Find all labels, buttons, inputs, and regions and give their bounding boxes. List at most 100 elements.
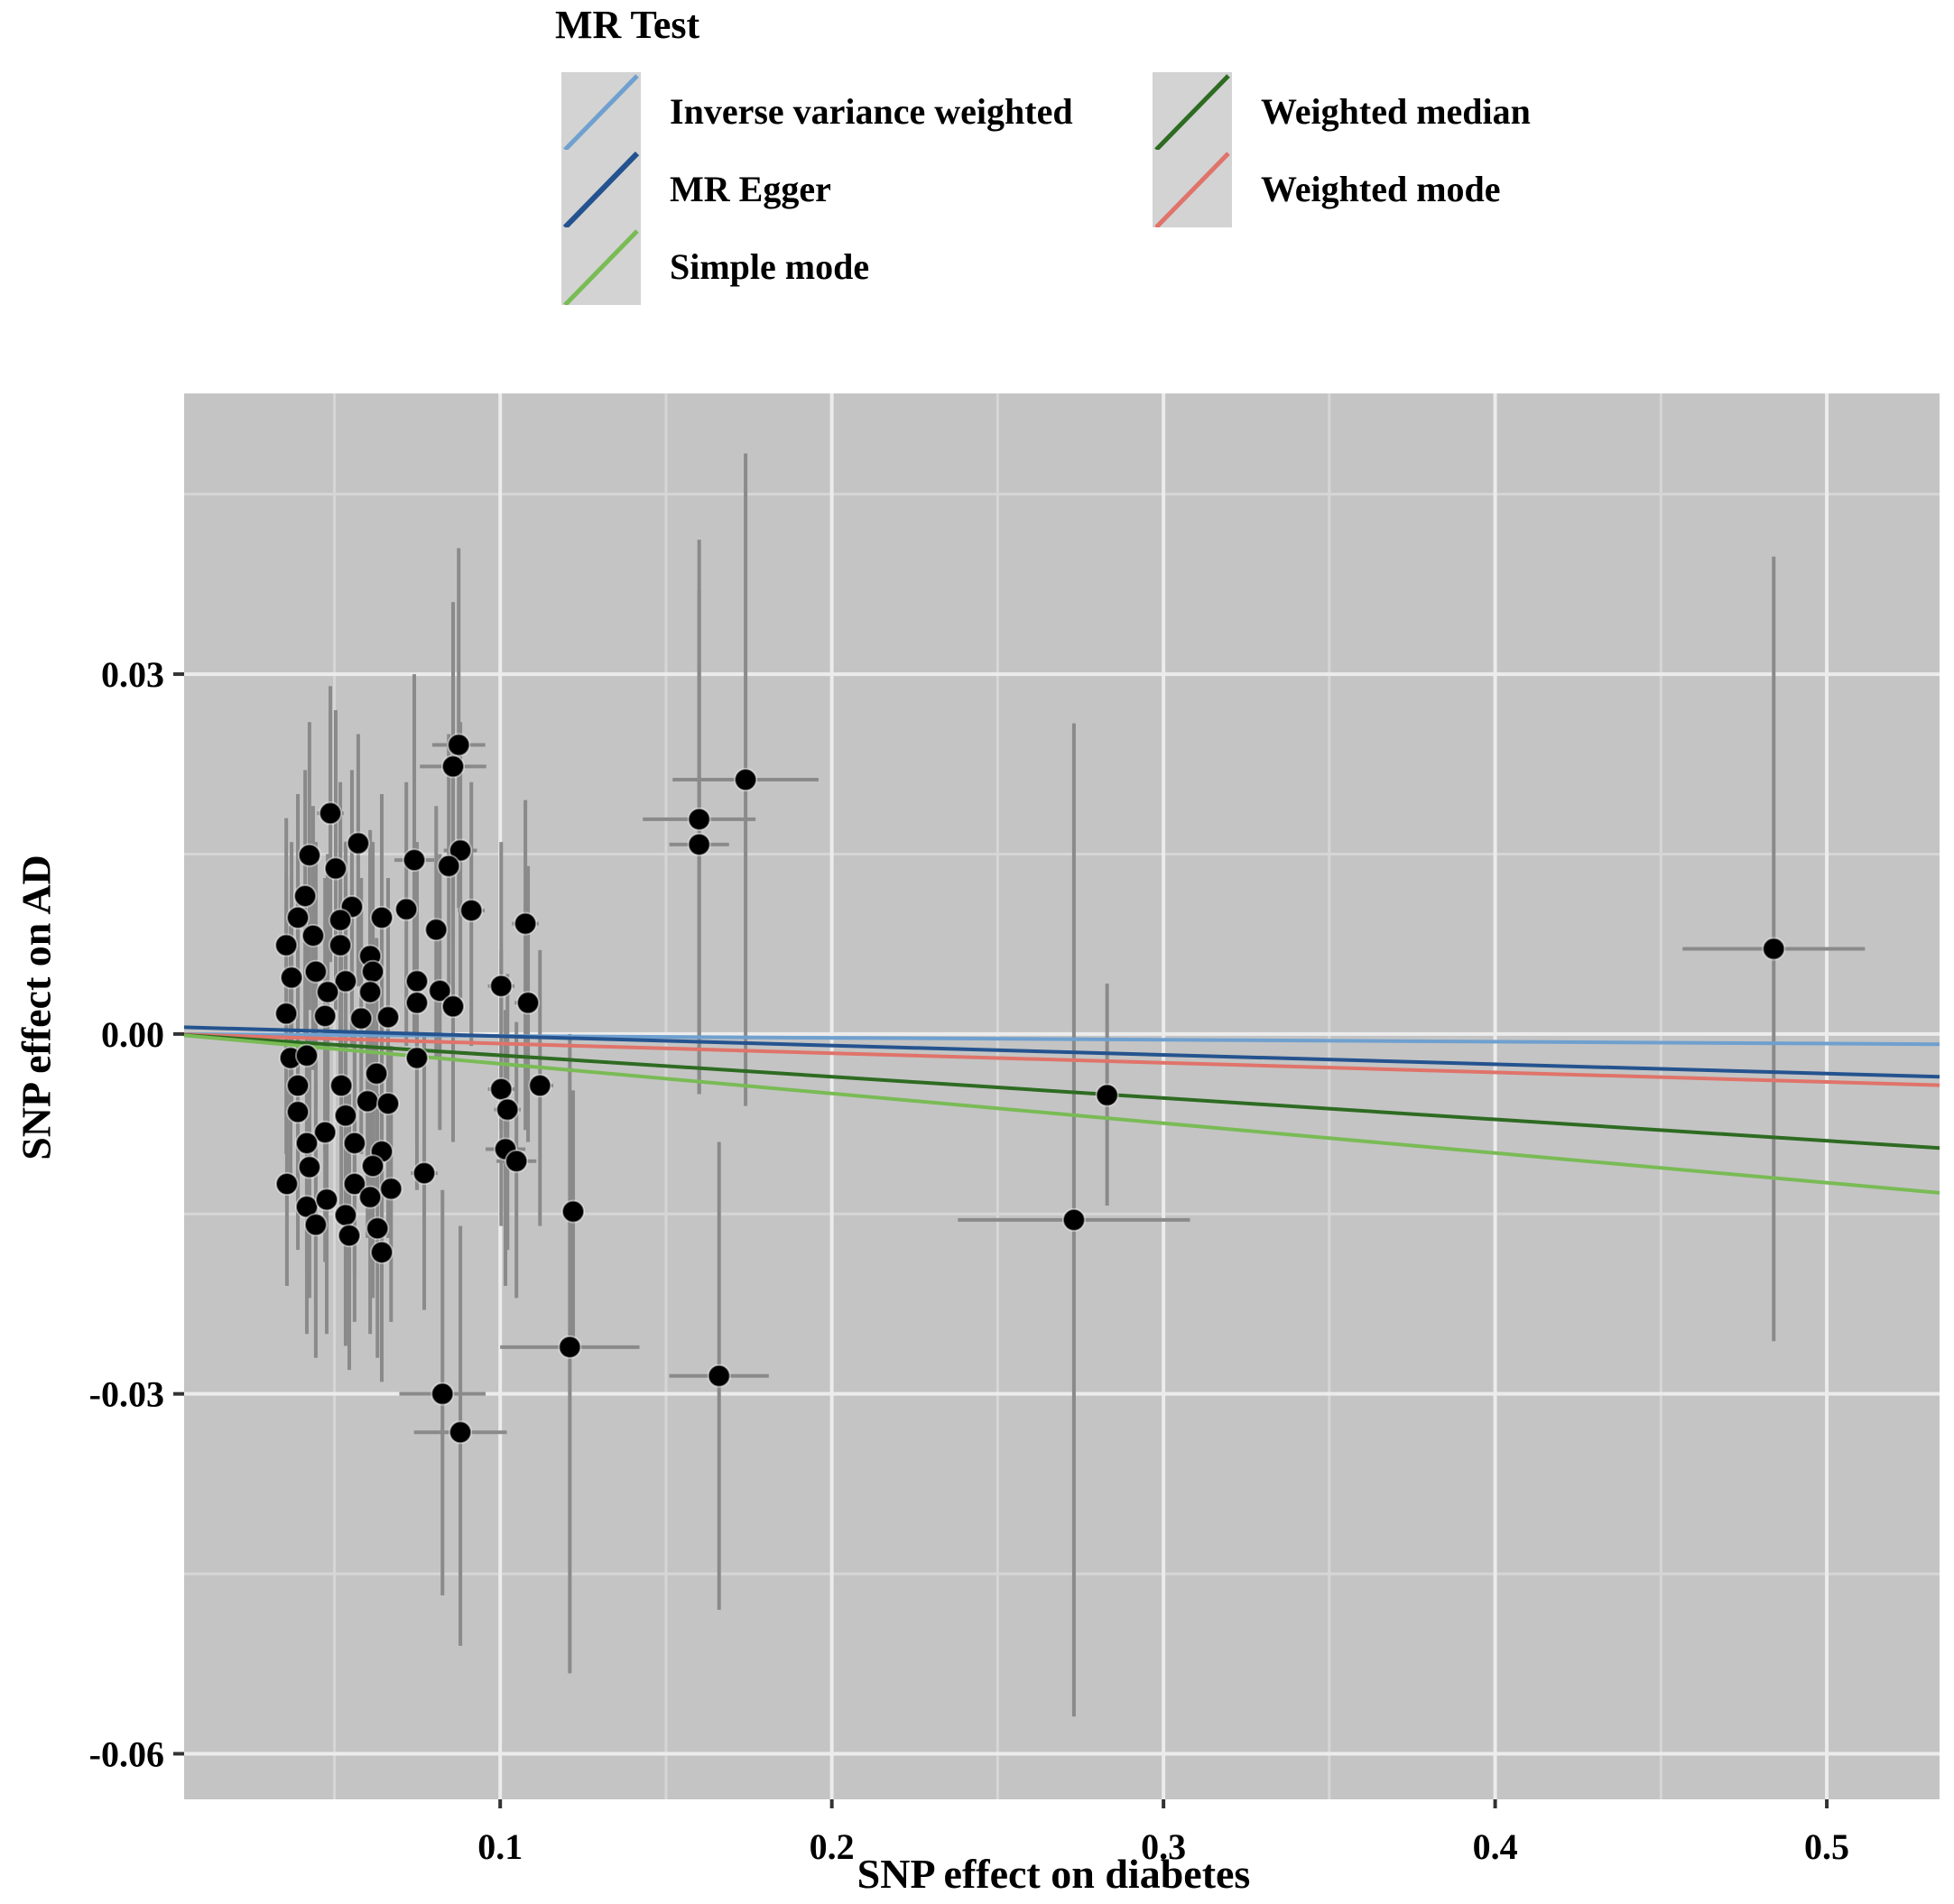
snp-point [459, 898, 484, 922]
snp-point [516, 991, 541, 1015]
y-tick-label: 0.00 [101, 1014, 164, 1055]
snp-point [297, 843, 321, 867]
snp-point [424, 918, 449, 942]
legend-item-mr-egger: MR Egger [561, 150, 831, 227]
legend-line-mr-egger [562, 151, 640, 227]
legend-label-simple-mode: Simple mode [670, 245, 870, 287]
snp-point [346, 831, 370, 855]
mr-scatter-plot: 0.1 0.2 0.3 0.4 0.5 0.030.00-0.03-0.06 [89, 393, 1940, 1867]
snp-point [489, 974, 514, 998]
snp-point [358, 980, 383, 1004]
snp-point [370, 905, 394, 929]
snp-point [403, 848, 427, 873]
snp-point [303, 959, 328, 984]
snp-point [375, 1091, 400, 1115]
plot-panel [184, 393, 1940, 1799]
snp-point [441, 994, 466, 1019]
snp-point [294, 1043, 319, 1068]
legend-line-ivw [563, 74, 639, 150]
snp-point [361, 1154, 385, 1178]
snp-point [280, 966, 304, 990]
snp-point [286, 905, 310, 929]
snp-point [441, 754, 466, 779]
snp-point [437, 854, 461, 878]
snp-point [333, 1203, 357, 1227]
legend-label-mr-egger: MR Egger [670, 168, 831, 209]
legend-line-weighted-median [1154, 74, 1230, 150]
legend-key-mr-egger [561, 150, 641, 227]
legend-label-ivw: Inverse variance weighted [670, 90, 1073, 132]
snp-point [449, 1420, 473, 1445]
snp-point [375, 1005, 400, 1030]
snp-point [734, 768, 758, 792]
snp-point [313, 1003, 338, 1028]
snp-point [337, 1224, 361, 1248]
y-tick-label: -0.06 [89, 1733, 164, 1774]
snp-point [329, 933, 353, 957]
snp-point [294, 1131, 319, 1155]
snp-point [561, 1199, 586, 1224]
snp-point [687, 832, 711, 856]
snp-point [379, 1177, 403, 1201]
y-axis-title: SNP effect on AD [13, 855, 60, 1160]
snp-point [366, 1216, 390, 1241]
legend-label-weighted-median: Weighted median [1261, 90, 1531, 132]
legend-item-weighted-mode: Weighted mode [1153, 150, 1501, 227]
snp-point [404, 969, 429, 994]
snp-point [687, 807, 711, 831]
snp-point [303, 1213, 328, 1237]
snp-point [297, 1155, 321, 1179]
snp-point [293, 883, 318, 908]
legend-line-weighted-mode [1154, 152, 1230, 227]
snp-point [1762, 937, 1786, 961]
snp-point [342, 1131, 366, 1155]
snp-point [349, 1006, 374, 1031]
snp-point [315, 1188, 339, 1212]
snp-point [286, 1100, 310, 1124]
snp-point [274, 933, 299, 957]
y-tick-label: -0.03 [89, 1374, 164, 1415]
snp-point [316, 980, 340, 1004]
snp-point [274, 1002, 299, 1026]
snp-point [447, 733, 471, 757]
snp-point [319, 801, 343, 826]
snp-point [1095, 1083, 1119, 1107]
legend-key-ivw [561, 72, 641, 150]
snp-point [514, 911, 538, 936]
snp-point [361, 959, 385, 984]
legend-line-simple-mode [563, 229, 639, 305]
snp-point [558, 1335, 582, 1359]
y-axis-ticks: 0.03 0.00 -0.03 -0.06 [89, 654, 184, 1774]
legend-key-simple-mode [561, 227, 641, 305]
snp-point [495, 1097, 520, 1122]
snp-point [412, 1161, 437, 1186]
snp-point [1061, 1207, 1086, 1232]
snp-point [394, 897, 419, 921]
snp-point [365, 1061, 389, 1086]
legend-label-weighted-mode: Weighted mode [1261, 168, 1501, 209]
snp-point [356, 1089, 380, 1114]
snp-point [528, 1074, 552, 1098]
snp-point [329, 908, 353, 932]
snp-point [286, 1074, 310, 1098]
snp-point [333, 1104, 357, 1128]
snp-point [404, 991, 429, 1015]
legend-item-weighted-median: Weighted median [1153, 72, 1531, 150]
snp-point [370, 1240, 394, 1264]
snp-point [431, 1382, 455, 1406]
legend-key-weighted-mode [1153, 150, 1232, 227]
legend-title: MR Test [555, 3, 700, 47]
legend-key-weighted-median [1153, 72, 1232, 150]
snp-point [323, 856, 347, 881]
legend-item-ivw: Inverse variance weighted [561, 72, 1073, 150]
y-tick-label: 0.03 [101, 654, 164, 695]
snp-point [301, 923, 325, 947]
legend-item-simple-mode: Simple mode [561, 227, 869, 305]
snp-point [489, 1077, 514, 1102]
snp-point [358, 1185, 383, 1209]
snp-point [274, 1172, 299, 1197]
snp-point [404, 1046, 429, 1070]
snp-point [505, 1149, 529, 1173]
snp-point [707, 1363, 731, 1388]
x-axis-title: SNP effect on diabetes [857, 1851, 1251, 1897]
